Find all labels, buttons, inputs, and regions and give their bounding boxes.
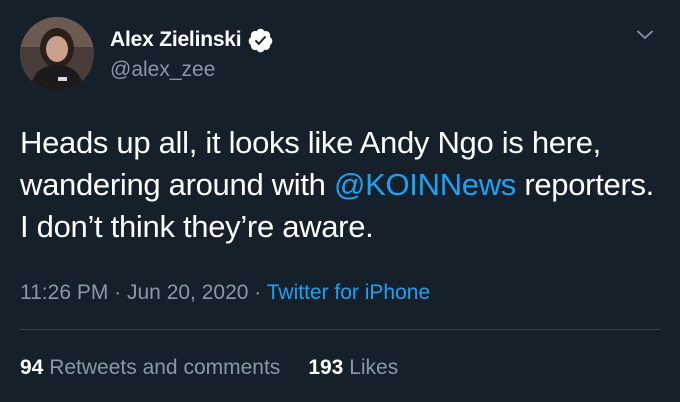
likes-stat[interactable]: 193 Likes bbox=[308, 356, 398, 380]
likes-count: 193 bbox=[308, 356, 344, 379]
meta-separator: · bbox=[108, 281, 127, 304]
tweet-meta: 11:26 PM · Jun 20, 2020 · Twitter for iP… bbox=[20, 281, 430, 305]
avatar-photo bbox=[20, 17, 94, 91]
name-row: Alex Zielinski bbox=[110, 24, 274, 56]
verified-badge-icon bbox=[247, 27, 274, 54]
tweet-source-link[interactable]: Twitter for iPhone bbox=[267, 281, 430, 304]
avatar[interactable] bbox=[20, 17, 94, 91]
display-name[interactable]: Alex Zielinski bbox=[110, 28, 242, 52]
likes-label: Likes bbox=[349, 356, 399, 379]
author-block: Alex Zielinski @alex_zee bbox=[110, 24, 274, 82]
tweet-time[interactable]: 11:26 PM bbox=[20, 281, 108, 304]
handle[interactable]: @alex_zee bbox=[110, 58, 274, 82]
tweet-card: Alex Zielinski @alex_zee Heads up all, i… bbox=[0, 0, 680, 402]
retweets-stat[interactable]: 94 Retweets and comments bbox=[20, 356, 280, 380]
retweets-label: Retweets and comments bbox=[49, 356, 281, 379]
divider bbox=[20, 329, 660, 330]
chevron-down-icon[interactable] bbox=[636, 26, 654, 44]
retweets-count: 94 bbox=[20, 356, 44, 379]
meta-separator: · bbox=[248, 281, 267, 304]
tweet-text: Heads up all, it looks like Andy Ngo is … bbox=[20, 122, 665, 248]
mention-link[interactable]: @KOINNews bbox=[334, 167, 516, 202]
tweet-stats: 94 Retweets and comments 193 Likes bbox=[20, 356, 398, 380]
tweet-date[interactable]: Jun 20, 2020 bbox=[127, 281, 248, 304]
